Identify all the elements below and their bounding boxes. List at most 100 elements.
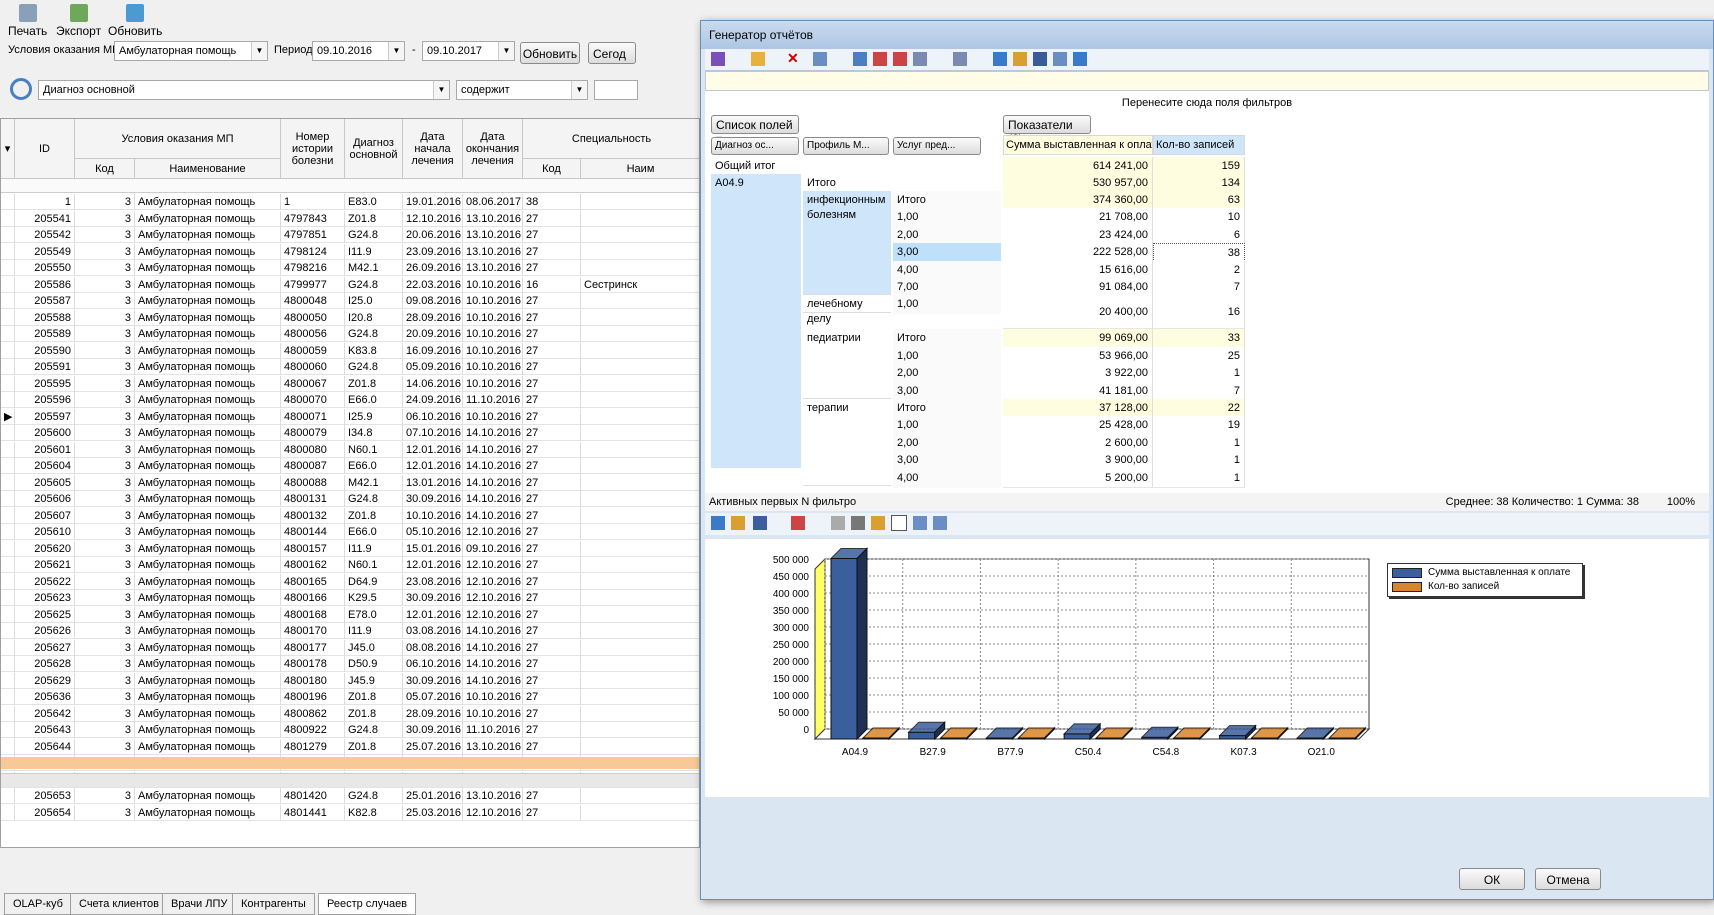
table-cell[interactable]: 16 bbox=[523, 276, 581, 293]
table-cell[interactable]: Амбулаторная помощь bbox=[135, 342, 281, 359]
table-cell[interactable]: 4800166 bbox=[281, 590, 345, 606]
table-row[interactable]: 205625 3 Амбулаторная помощь 4800168 E78.0 12… bbox=[1, 606, 699, 623]
pivot-count[interactable]: 25 bbox=[1153, 346, 1245, 366]
pivot-value[interactable]: 99 069,00 bbox=[1003, 329, 1153, 349]
pivot-count[interactable]: 6 bbox=[1153, 225, 1245, 245]
table-cell[interactable]: 4800071 bbox=[281, 408, 345, 425]
table-cell[interactable]: Z01.8 bbox=[345, 689, 403, 705]
pivot-count[interactable]: 7 bbox=[1153, 381, 1245, 401]
pivot-row-label[interactable]: 2,00 bbox=[893, 433, 1001, 453]
table-cell[interactable]: Амбулаторная помощь bbox=[135, 623, 281, 639]
table-cell[interactable]: 13.01.2016 bbox=[403, 474, 463, 491]
table-cell[interactable]: 10.10.2016 bbox=[463, 705, 523, 722]
table-cell[interactable]: 3 bbox=[75, 507, 135, 524]
table-cell[interactable]: 3 bbox=[75, 359, 135, 375]
table-cell[interactable]: 11.10.2016 bbox=[463, 722, 523, 738]
table-cell[interactable] bbox=[581, 475, 699, 491]
table-row[interactable]: 205596 3 Амбулаторная помощь 4800070 E66.0 24… bbox=[1, 392, 699, 408]
delete-icon[interactable]: ✕ bbox=[787, 50, 799, 67]
today-button[interactable]: Сегод bbox=[588, 42, 636, 64]
pivot-count[interactable]: 33 bbox=[1153, 329, 1245, 349]
table-cell[interactable] bbox=[581, 590, 699, 606]
row-selector[interactable] bbox=[1, 441, 15, 458]
row-selector[interactable] bbox=[1, 524, 15, 540]
pivot-value[interactable]: 20 400,00 bbox=[1003, 295, 1153, 330]
table-cell[interactable] bbox=[581, 194, 699, 210]
row-selector[interactable] bbox=[1, 606, 15, 623]
table-cell[interactable]: 10.10.2016 bbox=[463, 375, 523, 392]
table-cell[interactable]: 14.10.2016 bbox=[463, 656, 523, 672]
table-cell[interactable]: 205628 bbox=[15, 656, 75, 672]
table-cell[interactable]: 3 bbox=[75, 441, 135, 458]
table-cell[interactable]: 205541 bbox=[15, 210, 75, 227]
pivot-row-label[interactable]: 4,00 bbox=[893, 260, 1001, 280]
table-cell[interactable]: 12.10.2016 bbox=[463, 606, 523, 623]
table-cell[interactable]: 12.10.2016 bbox=[463, 557, 523, 573]
row-selector[interactable] bbox=[1, 309, 15, 326]
table-cell[interactable]: 3 bbox=[75, 788, 135, 804]
table-cell[interactable]: 27 bbox=[523, 474, 581, 491]
table-cell[interactable]: Амбулаторная помощь bbox=[135, 243, 281, 260]
table-cell[interactable]: 205642 bbox=[15, 705, 75, 722]
table-cell[interactable]: 3 bbox=[75, 375, 135, 392]
table-cell[interactable] bbox=[581, 623, 699, 639]
pivot-value[interactable]: 41 181,00 bbox=[1003, 381, 1153, 401]
table-cell[interactable]: 05.09.2016 bbox=[403, 359, 463, 375]
table-cell[interactable]: Амбулаторная помощь bbox=[135, 408, 281, 425]
table-cell[interactable]: 27 bbox=[523, 309, 581, 326]
table-row[interactable]: 205643 3 Амбулаторная помощь 4800922 G24.8 30… bbox=[1, 722, 699, 738]
pivot-count[interactable]: 38 bbox=[1153, 243, 1245, 263]
table-cell[interactable]: 3 bbox=[75, 705, 135, 722]
row-selector[interactable] bbox=[1, 639, 15, 656]
table-cell[interactable] bbox=[581, 343, 699, 359]
table-cell[interactable] bbox=[581, 706, 699, 722]
table-cell[interactable]: I25.9 bbox=[345, 408, 403, 425]
table-cell[interactable]: 27 bbox=[523, 573, 581, 590]
table-cell[interactable]: 27 bbox=[523, 524, 581, 540]
row-selector[interactable] bbox=[1, 425, 15, 441]
table-cell[interactable]: Амбулаторная помощь bbox=[135, 392, 281, 408]
table-cell[interactable]: D64.9 bbox=[345, 573, 403, 590]
table-cell[interactable]: I11.9 bbox=[345, 540, 403, 557]
table-cell[interactable] bbox=[581, 656, 699, 672]
settings-icon[interactable] bbox=[831, 516, 845, 530]
table-cell[interactable]: Амбулаторная помощь bbox=[135, 491, 281, 507]
pivot-count[interactable]: 19 bbox=[1153, 416, 1245, 436]
tab-5[interactable]: Реестр случаев bbox=[318, 893, 417, 915]
table-row[interactable]: 205589 3 Амбулаторная помощь 4800056 G24.8 20… bbox=[1, 326, 699, 342]
table-row[interactable]: 205620 3 Амбулаторная помощь 4800157 I11.9 15… bbox=[1, 540, 699, 557]
table-cell[interactable]: 4797851 bbox=[281, 227, 345, 243]
table-cell[interactable]: 14.10.2016 bbox=[463, 507, 523, 524]
table-cell[interactable] bbox=[581, 491, 699, 507]
table-cell[interactable]: Амбулаторная помощь bbox=[135, 210, 281, 227]
table-cell[interactable]: 10.10.2016 bbox=[403, 507, 463, 524]
table-cell[interactable]: 205626 bbox=[15, 623, 75, 639]
row-selector[interactable] bbox=[1, 243, 15, 260]
row-selector[interactable] bbox=[1, 194, 15, 210]
table-cell[interactable]: 12.01.2016 bbox=[403, 458, 463, 474]
table-row[interactable]: 205642 3 Амбулаторная помощь 4800862 Z01.8 28… bbox=[1, 705, 699, 722]
table-cell[interactable]: 13.10.2016 bbox=[463, 788, 523, 804]
table-cell[interactable]: 27 bbox=[523, 656, 581, 672]
list-icon[interactable] bbox=[1053, 52, 1067, 66]
table-cell[interactable]: 3 bbox=[75, 276, 135, 293]
table-cell[interactable]: I34.8 bbox=[345, 425, 403, 441]
table-cell[interactable]: I11.9 bbox=[345, 623, 403, 639]
table-cell[interactable]: 3 bbox=[75, 540, 135, 557]
table-cell[interactable]: 3 bbox=[75, 392, 135, 408]
table-cell[interactable]: 3 bbox=[75, 639, 135, 656]
table-cell[interactable]: Амбулаторная помощь bbox=[135, 474, 281, 491]
table-cell[interactable]: 25.03.2016 bbox=[403, 804, 463, 821]
table-cell[interactable]: Амбулаторная помощь bbox=[135, 375, 281, 392]
row-selector[interactable] bbox=[1, 375, 15, 392]
table-cell[interactable]: 3 bbox=[75, 260, 135, 276]
table-cell[interactable]: 205629 bbox=[15, 672, 75, 689]
copy-icon[interactable] bbox=[933, 516, 947, 530]
pivot-value[interactable]: 222 528,00 bbox=[1003, 243, 1153, 263]
table-cell[interactable] bbox=[581, 442, 699, 458]
tab-1[interactable]: OLAP-куб bbox=[4, 893, 72, 915]
pivot-count[interactable]: 1 bbox=[1153, 433, 1245, 453]
table-cell[interactable]: Z01.8 bbox=[345, 375, 403, 392]
row-selector[interactable] bbox=[1, 788, 15, 804]
table-cell[interactable]: 27 bbox=[523, 392, 581, 408]
